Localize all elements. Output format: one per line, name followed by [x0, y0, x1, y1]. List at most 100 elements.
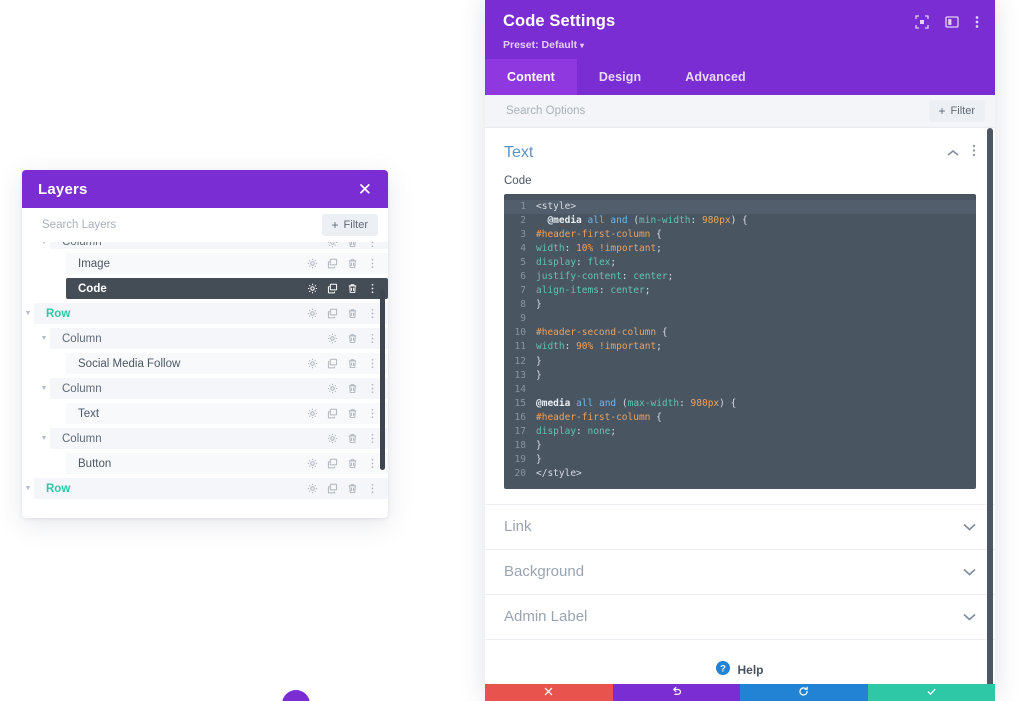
trash-icon[interactable]	[347, 258, 358, 269]
layer-row-row[interactable]: ▼ Row	[22, 478, 388, 499]
trash-icon[interactable]	[347, 483, 358, 494]
code-editor[interactable]: 1 <style> 2 @media all and (min-width: 980…	[504, 194, 976, 489]
layer-row-button[interactable]: Button	[22, 453, 388, 474]
undo-redo-button[interactable]	[612, 684, 740, 701]
layer-row-body[interactable]: Row	[34, 478, 388, 499]
layer-row-body[interactable]: Column	[50, 428, 388, 449]
trash-icon[interactable]	[347, 333, 358, 344]
more-vertical-icon[interactable]	[367, 242, 378, 248]
chevron-down-icon[interactable]	[963, 563, 976, 581]
reset-button[interactable]	[740, 684, 868, 701]
duplicate-icon[interactable]	[327, 258, 338, 269]
code-line[interactable]: 8}	[504, 298, 976, 312]
code-line[interactable]: 2 @media all and (min-width: 980px) {	[504, 214, 976, 228]
trash-icon[interactable]	[347, 283, 358, 294]
caret-down-icon[interactable]: ▼	[38, 242, 50, 246]
save-button[interactable]	[867, 684, 995, 701]
code-line[interactable]: 17 display: none;	[504, 425, 976, 439]
code-line[interactable]: 7 align-items: center;	[504, 284, 976, 298]
caret-down-icon[interactable]: ▼	[38, 435, 50, 442]
tab-advanced[interactable]: Advanced	[663, 59, 768, 95]
code-line[interactable]: 11 width: 90% !important;	[504, 340, 976, 354]
layer-row-row[interactable]: ▼ Row	[22, 303, 388, 324]
help-row[interactable]: ? Help	[485, 638, 995, 684]
code-line[interactable]: 20 </style>	[504, 467, 976, 481]
caret-down-icon[interactable]: ▼	[38, 335, 50, 342]
more-vertical-icon[interactable]	[367, 433, 378, 444]
code-line[interactable]: 3 #header-first-column {	[504, 228, 976, 242]
gear-icon[interactable]	[327, 383, 338, 394]
layer-row-text[interactable]: Text	[22, 403, 388, 424]
gear-icon[interactable]	[327, 433, 338, 444]
layer-row-column[interactable]: ▼ Column	[22, 242, 388, 249]
gear-icon[interactable]	[307, 258, 318, 269]
layer-row-column[interactable]: ▼ Column	[22, 328, 388, 349]
layers-scrollbar[interactable]	[380, 290, 385, 470]
gear-icon[interactable]	[307, 283, 318, 294]
more-vertical-icon[interactable]	[367, 483, 378, 494]
layers-list[interactable]: ▼ Column Image Code ▼ Row ▼ Column Social Media …	[22, 242, 388, 518]
layer-row-body[interactable]: Code	[66, 278, 388, 299]
code-line[interactable]: 13}	[504, 369, 976, 383]
duplicate-icon[interactable]	[327, 483, 338, 494]
search-layers-input[interactable]	[42, 219, 242, 231]
caret-down-icon[interactable]: ▼	[22, 310, 34, 317]
layer-row-body[interactable]: Text	[66, 403, 388, 424]
layer-row-column[interactable]: ▼ Column	[22, 428, 388, 449]
duplicate-icon[interactable]	[327, 308, 338, 319]
code-line[interactable]: 15 @media all and (max-width: 980px) {	[504, 397, 976, 411]
more-vertical-icon[interactable]	[367, 408, 378, 419]
layer-row-body[interactable]: Image	[66, 253, 388, 274]
trash-icon[interactable]	[347, 358, 358, 369]
gear-icon[interactable]	[307, 483, 318, 494]
more-vertical-icon[interactable]	[367, 333, 378, 344]
code-line[interactable]: 4 width: 10% !important;	[504, 242, 976, 256]
gear-icon[interactable]	[307, 358, 318, 369]
layer-row-body[interactable]: Social Media Follow	[66, 353, 388, 374]
fullscreen-icon[interactable]	[915, 15, 929, 34]
tab-design[interactable]: Design	[577, 59, 663, 95]
more-vertical-icon[interactable]	[367, 283, 378, 294]
code-line[interactable]: 5 display: flex;	[504, 256, 976, 270]
duplicate-icon[interactable]	[327, 358, 338, 369]
layer-row-code[interactable]: Code	[22, 278, 388, 299]
code-line[interactable]: 16 #header-first-column {	[504, 411, 976, 425]
cancel-button[interactable]	[485, 684, 613, 701]
layout-toggle-icon[interactable]	[945, 15, 959, 34]
trash-icon[interactable]	[347, 308, 358, 319]
chevron-down-icon[interactable]	[963, 608, 976, 626]
trash-icon[interactable]	[347, 408, 358, 419]
chevron-up-icon[interactable]	[947, 144, 959, 162]
section-link[interactable]: Link	[485, 503, 995, 549]
more-vertical-icon[interactable]	[367, 383, 378, 394]
chevron-down-icon[interactable]	[963, 518, 976, 536]
layer-row-body[interactable]: Column	[50, 378, 388, 399]
code-line[interactable]: 10 #header-second-column {	[504, 326, 976, 340]
layer-row-image[interactable]: Image	[22, 253, 388, 274]
layer-row-body[interactable]: Row	[34, 303, 388, 324]
gear-icon[interactable]	[327, 242, 338, 248]
code-line[interactable]: 9	[504, 312, 976, 326]
close-icon[interactable]: ✕	[358, 181, 372, 198]
search-options-input[interactable]	[504, 104, 724, 118]
gear-icon[interactable]	[307, 308, 318, 319]
code-line[interactable]: 18}	[504, 439, 976, 453]
trash-icon[interactable]	[347, 383, 358, 394]
page-settings-bubble[interactable]	[282, 690, 310, 701]
preset-selector[interactable]: Preset: Default ▾	[503, 39, 979, 51]
settings-scrollbar[interactable]	[987, 128, 993, 684]
more-vertical-icon[interactable]	[367, 358, 378, 369]
trash-icon[interactable]	[347, 433, 358, 444]
code-line[interactable]: 14	[504, 383, 976, 397]
gear-icon[interactable]	[327, 333, 338, 344]
layer-row-body[interactable]: Button	[66, 453, 388, 474]
caret-down-icon[interactable]: ▼	[38, 385, 50, 392]
trash-icon[interactable]	[347, 242, 358, 248]
code-line[interactable]: 6 justify-content: center;	[504, 270, 976, 284]
gear-icon[interactable]	[307, 458, 318, 469]
tab-content[interactable]: Content	[485, 59, 577, 95]
layers-filter-button[interactable]: + Filter	[321, 214, 378, 236]
more-vertical-icon[interactable]	[972, 144, 976, 162]
caret-down-icon[interactable]: ▼	[22, 485, 34, 492]
duplicate-icon[interactable]	[327, 408, 338, 419]
